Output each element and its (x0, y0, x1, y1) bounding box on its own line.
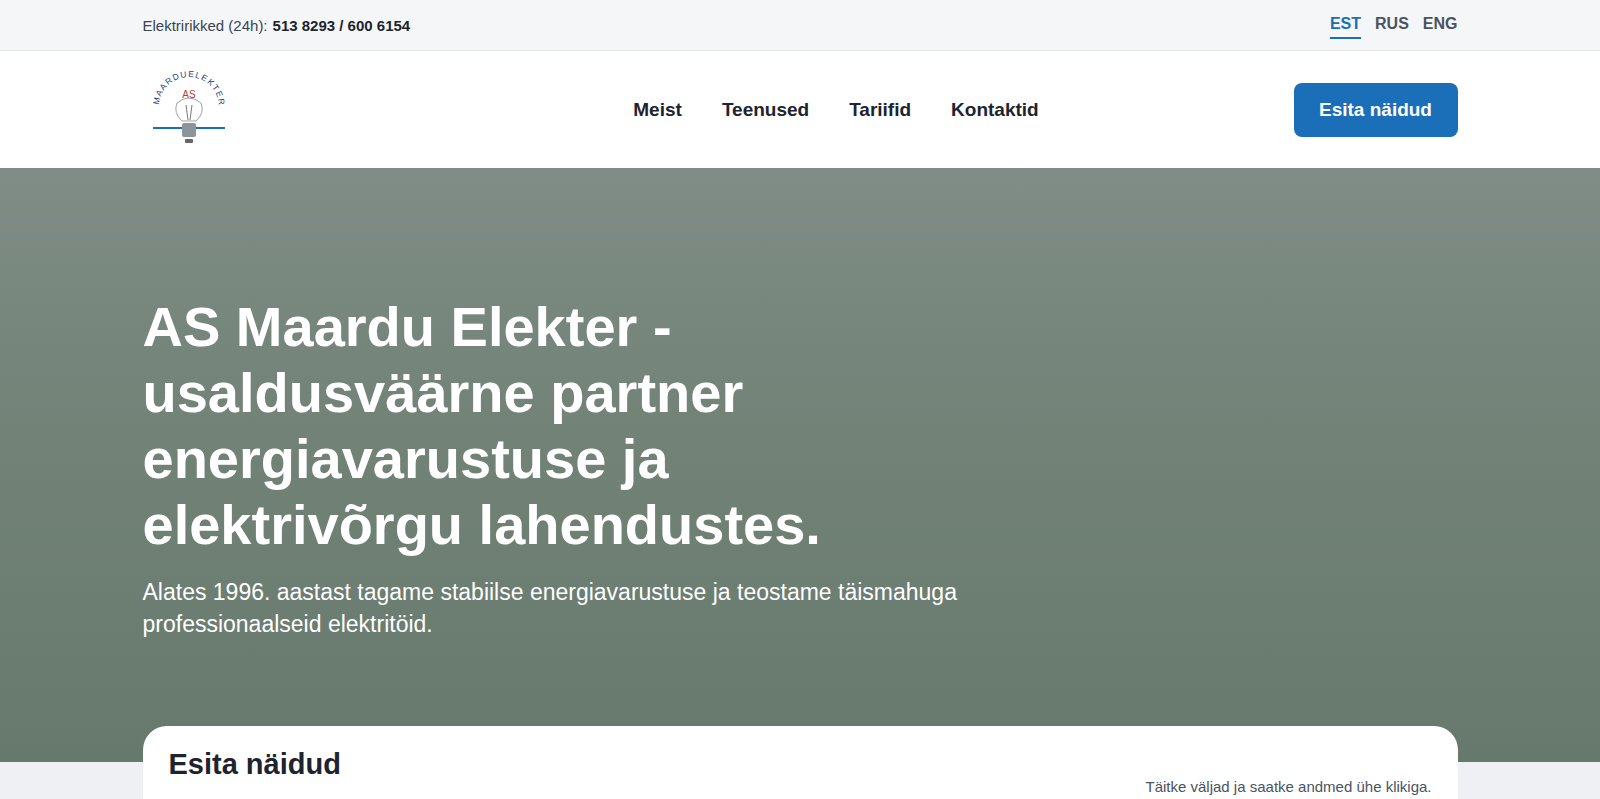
card-title: Esita näidud (169, 748, 341, 781)
menu-item[interactable]: Kontaktid (951, 99, 1039, 121)
language-switch: EST RUS ENG (1330, 11, 1458, 39)
nav-bar: MAARDUELEKTERAS Meist Teenused Tariifid Kont… (0, 51, 1600, 168)
menu-item[interactable]: Meist (633, 99, 682, 121)
hero-heading: AS Maardu Elekter -usaldusväärne partner… (143, 294, 1458, 558)
language-option[interactable]: EST (1330, 11, 1361, 39)
language-option[interactable]: ENG (1423, 11, 1458, 39)
main-menu: Meist Teenused Tariifid Kontaktid (229, 99, 1294, 121)
readings-card: Esita näidud Täitke väljad ja saatke andm… (143, 726, 1458, 799)
card-hint: Täitke väljad ja saatke andmed ühe kliki… (1146, 778, 1432, 795)
svg-text:MAARDUELEKTER: MAARDUELEKTER (150, 68, 226, 106)
language-option[interactable]: RUS (1375, 11, 1409, 39)
hotline-phones[interactable]: 513 8293 / 600 6154 (273, 17, 411, 34)
hotline-label: Elektririkked (24h): (143, 17, 268, 34)
hotline: Elektririkked (24h): 513 8293 / 600 6154 (143, 17, 411, 34)
menu-item[interactable]: Teenused (722, 99, 809, 121)
submit-readings-button[interactable]: Esita näidud (1294, 83, 1458, 137)
logo-icon[interactable]: MAARDUELEKTERAS (149, 65, 229, 155)
menu-item[interactable]: Tariifid (849, 99, 911, 121)
top-bar: Elektririkked (24h):513 8293 / 600 6154E… (0, 0, 1600, 51)
hero: AS Maardu Elekter -usaldusväärne partner… (0, 168, 1600, 762)
hero-subtitle: Alates 1996. aastast tagame stabiilse en… (143, 576, 1458, 640)
page: Elektririkked (24h):513 8293 / 600 6154E… (0, 0, 1600, 799)
